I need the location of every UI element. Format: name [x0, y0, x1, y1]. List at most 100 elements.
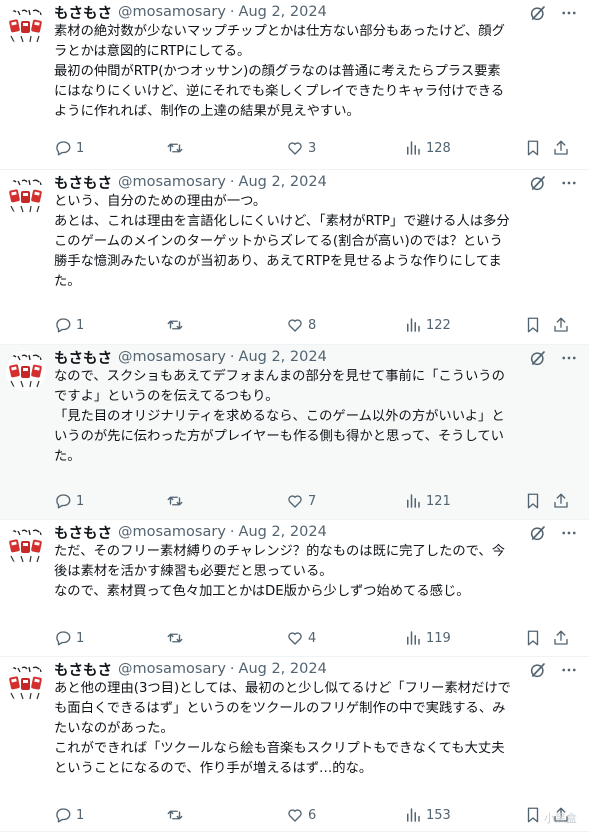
like-button[interactable]: 7 [286, 490, 316, 512]
tweet-date[interactable]: Aug 2, 2024 [239, 174, 327, 190]
avatar-image [6, 663, 46, 703]
views-button[interactable]: 119 [404, 627, 451, 649]
retweet-button[interactable] [166, 627, 188, 649]
user-handle[interactable]: @mosamosary [118, 349, 226, 365]
grok-icon[interactable] [529, 174, 547, 192]
separator-dot: · [229, 174, 235, 190]
reply-button[interactable]: 1 [54, 137, 84, 159]
user-handle[interactable]: @mosamosary [118, 4, 226, 20]
view-count: 128 [426, 140, 451, 156]
tweet[interactable]: もさもさ @mosamosary · Aug 2, 2024 ただ、そのフリー素… [0, 520, 589, 657]
more-options-icon[interactable] [559, 661, 579, 679]
bookmark-button[interactable] [524, 804, 546, 826]
reply-button[interactable]: 1 [54, 804, 84, 826]
more-options-icon[interactable] [559, 524, 579, 542]
tweet-text-line: 後は素材を活かす練習も必要だと思っている。 [54, 564, 333, 579]
like-count: 7 [308, 493, 317, 509]
tweet[interactable]: もさもさ @mosamosary · Aug 2, 2024 素材の絶対数が少な… [0, 0, 589, 170]
share-button[interactable] [552, 137, 574, 159]
display-name[interactable]: もさもさ [54, 659, 112, 680]
reply-button[interactable]: 1 [54, 490, 84, 512]
like-count: 3 [308, 140, 317, 156]
reply-button[interactable]: 1 [54, 314, 84, 336]
avatar-image [6, 6, 46, 46]
retweet-button[interactable] [166, 137, 188, 159]
bookmark-button[interactable] [524, 627, 546, 649]
user-handle[interactable]: @mosamosary [118, 661, 226, 677]
bookmark-button[interactable] [524, 137, 546, 159]
tweet-date[interactable]: Aug 2, 2024 [239, 4, 327, 20]
retweet-button[interactable] [166, 804, 188, 826]
tweet-date[interactable]: Aug 2, 2024 [239, 349, 327, 365]
view-count: 122 [426, 317, 451, 333]
user-handle[interactable]: @mosamosary [118, 174, 226, 190]
tweet-text: 素材の絶対数が少ないマップチップとかは仕方ない部分もあったけど、顔グ ラとかは意図… [54, 22, 582, 122]
avatar[interactable] [6, 6, 46, 46]
reply-icon [56, 494, 71, 509]
separator-dot: · [229, 4, 235, 20]
tweet[interactable]: もさもさ @mosamosary · Aug 2, 2024 なので、スクショも… [0, 345, 589, 520]
more-options-icon[interactable] [559, 349, 579, 367]
views-button[interactable]: 153 [404, 804, 451, 826]
avatar[interactable] [6, 663, 46, 703]
bookmark-button[interactable] [524, 490, 546, 512]
bookmark-icon [527, 317, 539, 333]
share-button[interactable] [552, 627, 574, 649]
grok-icon[interactable] [529, 524, 547, 542]
avatar[interactable] [6, 526, 46, 566]
share-button[interactable] [552, 490, 574, 512]
avatar[interactable] [6, 351, 46, 391]
tweet-text: ただ、そのフリー素材縛りのチャレンジ？的なものは既に完了したので、今 後は素材を活… [54, 542, 582, 602]
tweet-text-line: ですよ」というのを伝えてるつもり。 [54, 389, 279, 404]
reply-count: 1 [76, 317, 85, 333]
views-button[interactable]: 121 [404, 490, 451, 512]
like-button[interactable]: 8 [286, 314, 316, 336]
tweet-actions: 1 6 153 [54, 804, 574, 826]
grok-icon[interactable] [529, 4, 547, 22]
like-button[interactable]: 4 [286, 627, 316, 649]
reply-button[interactable]: 1 [54, 627, 84, 649]
heart-icon [288, 495, 302, 508]
bookmark-icon [527, 630, 539, 646]
bookmark-button[interactable] [524, 314, 546, 336]
watermark: 小黑盒 [544, 812, 577, 825]
tweet[interactable]: もさもさ @mosamosary · Aug 2, 2024 という、自分のため… [0, 170, 589, 345]
share-button[interactable] [552, 314, 574, 336]
display-name[interactable]: もさもさ [54, 522, 112, 543]
tweet-text-line: た。 [54, 274, 81, 289]
display-name[interactable]: もさもさ [54, 347, 112, 368]
tweet-date[interactable]: Aug 2, 2024 [239, 661, 327, 677]
heart-icon [288, 142, 302, 155]
tweet-date[interactable]: Aug 2, 2024 [239, 524, 327, 540]
avatar[interactable] [6, 176, 46, 216]
tweet-text-line: にはなりにくいけど、逆にそれでも楽しくプレイできたりキャラ付けできる [54, 84, 505, 99]
tweet-text-line: ラとかは意図的にRTPにしてる。 [54, 44, 251, 59]
tweet-text-line: このゲームのメインのターゲットからズレてる(割合が高い)のでは？という [54, 234, 503, 249]
display-name[interactable]: もさもさ [54, 172, 112, 193]
tweet-text-line: あとは、これは理由を言語化しにくいけど、「素材がRTP」で避ける人は多分 [54, 214, 510, 229]
grok-icon[interactable] [529, 661, 547, 679]
tweet-text-line: なので、スクショもあえてデフォまんまの部分を見せて事前に「こういうの [54, 369, 505, 384]
views-button[interactable]: 128 [404, 137, 451, 159]
views-chart-icon [407, 631, 420, 645]
tweet-text: という、自分のための理由が一つ。 あとは、これは理由を言語化しにくいけど、「素材が… [54, 192, 582, 292]
like-button[interactable]: 3 [286, 137, 316, 159]
display-name[interactable]: もさもさ [54, 2, 112, 23]
tweet-text-line: た。 [54, 449, 81, 464]
bookmark-icon [527, 493, 539, 509]
tweet[interactable]: もさもさ @mosamosary · Aug 2, 2024 あと他の理由(3つ… [0, 657, 589, 832]
views-chart-icon [407, 808, 420, 822]
like-count: 8 [308, 317, 317, 333]
reply-icon [56, 808, 71, 823]
tweet-actions: 1 8 122 [54, 314, 574, 336]
views-button[interactable]: 122 [404, 314, 451, 336]
tweet-header: もさもさ @mosamosary · Aug 2, 2024 [54, 170, 575, 194]
like-button[interactable]: 6 [286, 804, 316, 826]
user-handle[interactable]: @mosamosary [118, 524, 226, 540]
grok-icon[interactable] [529, 349, 547, 367]
retweet-button[interactable] [166, 490, 188, 512]
heart-icon [288, 809, 302, 822]
more-options-icon[interactable] [559, 174, 579, 192]
more-options-icon[interactable] [559, 4, 579, 22]
retweet-button[interactable] [166, 314, 188, 336]
